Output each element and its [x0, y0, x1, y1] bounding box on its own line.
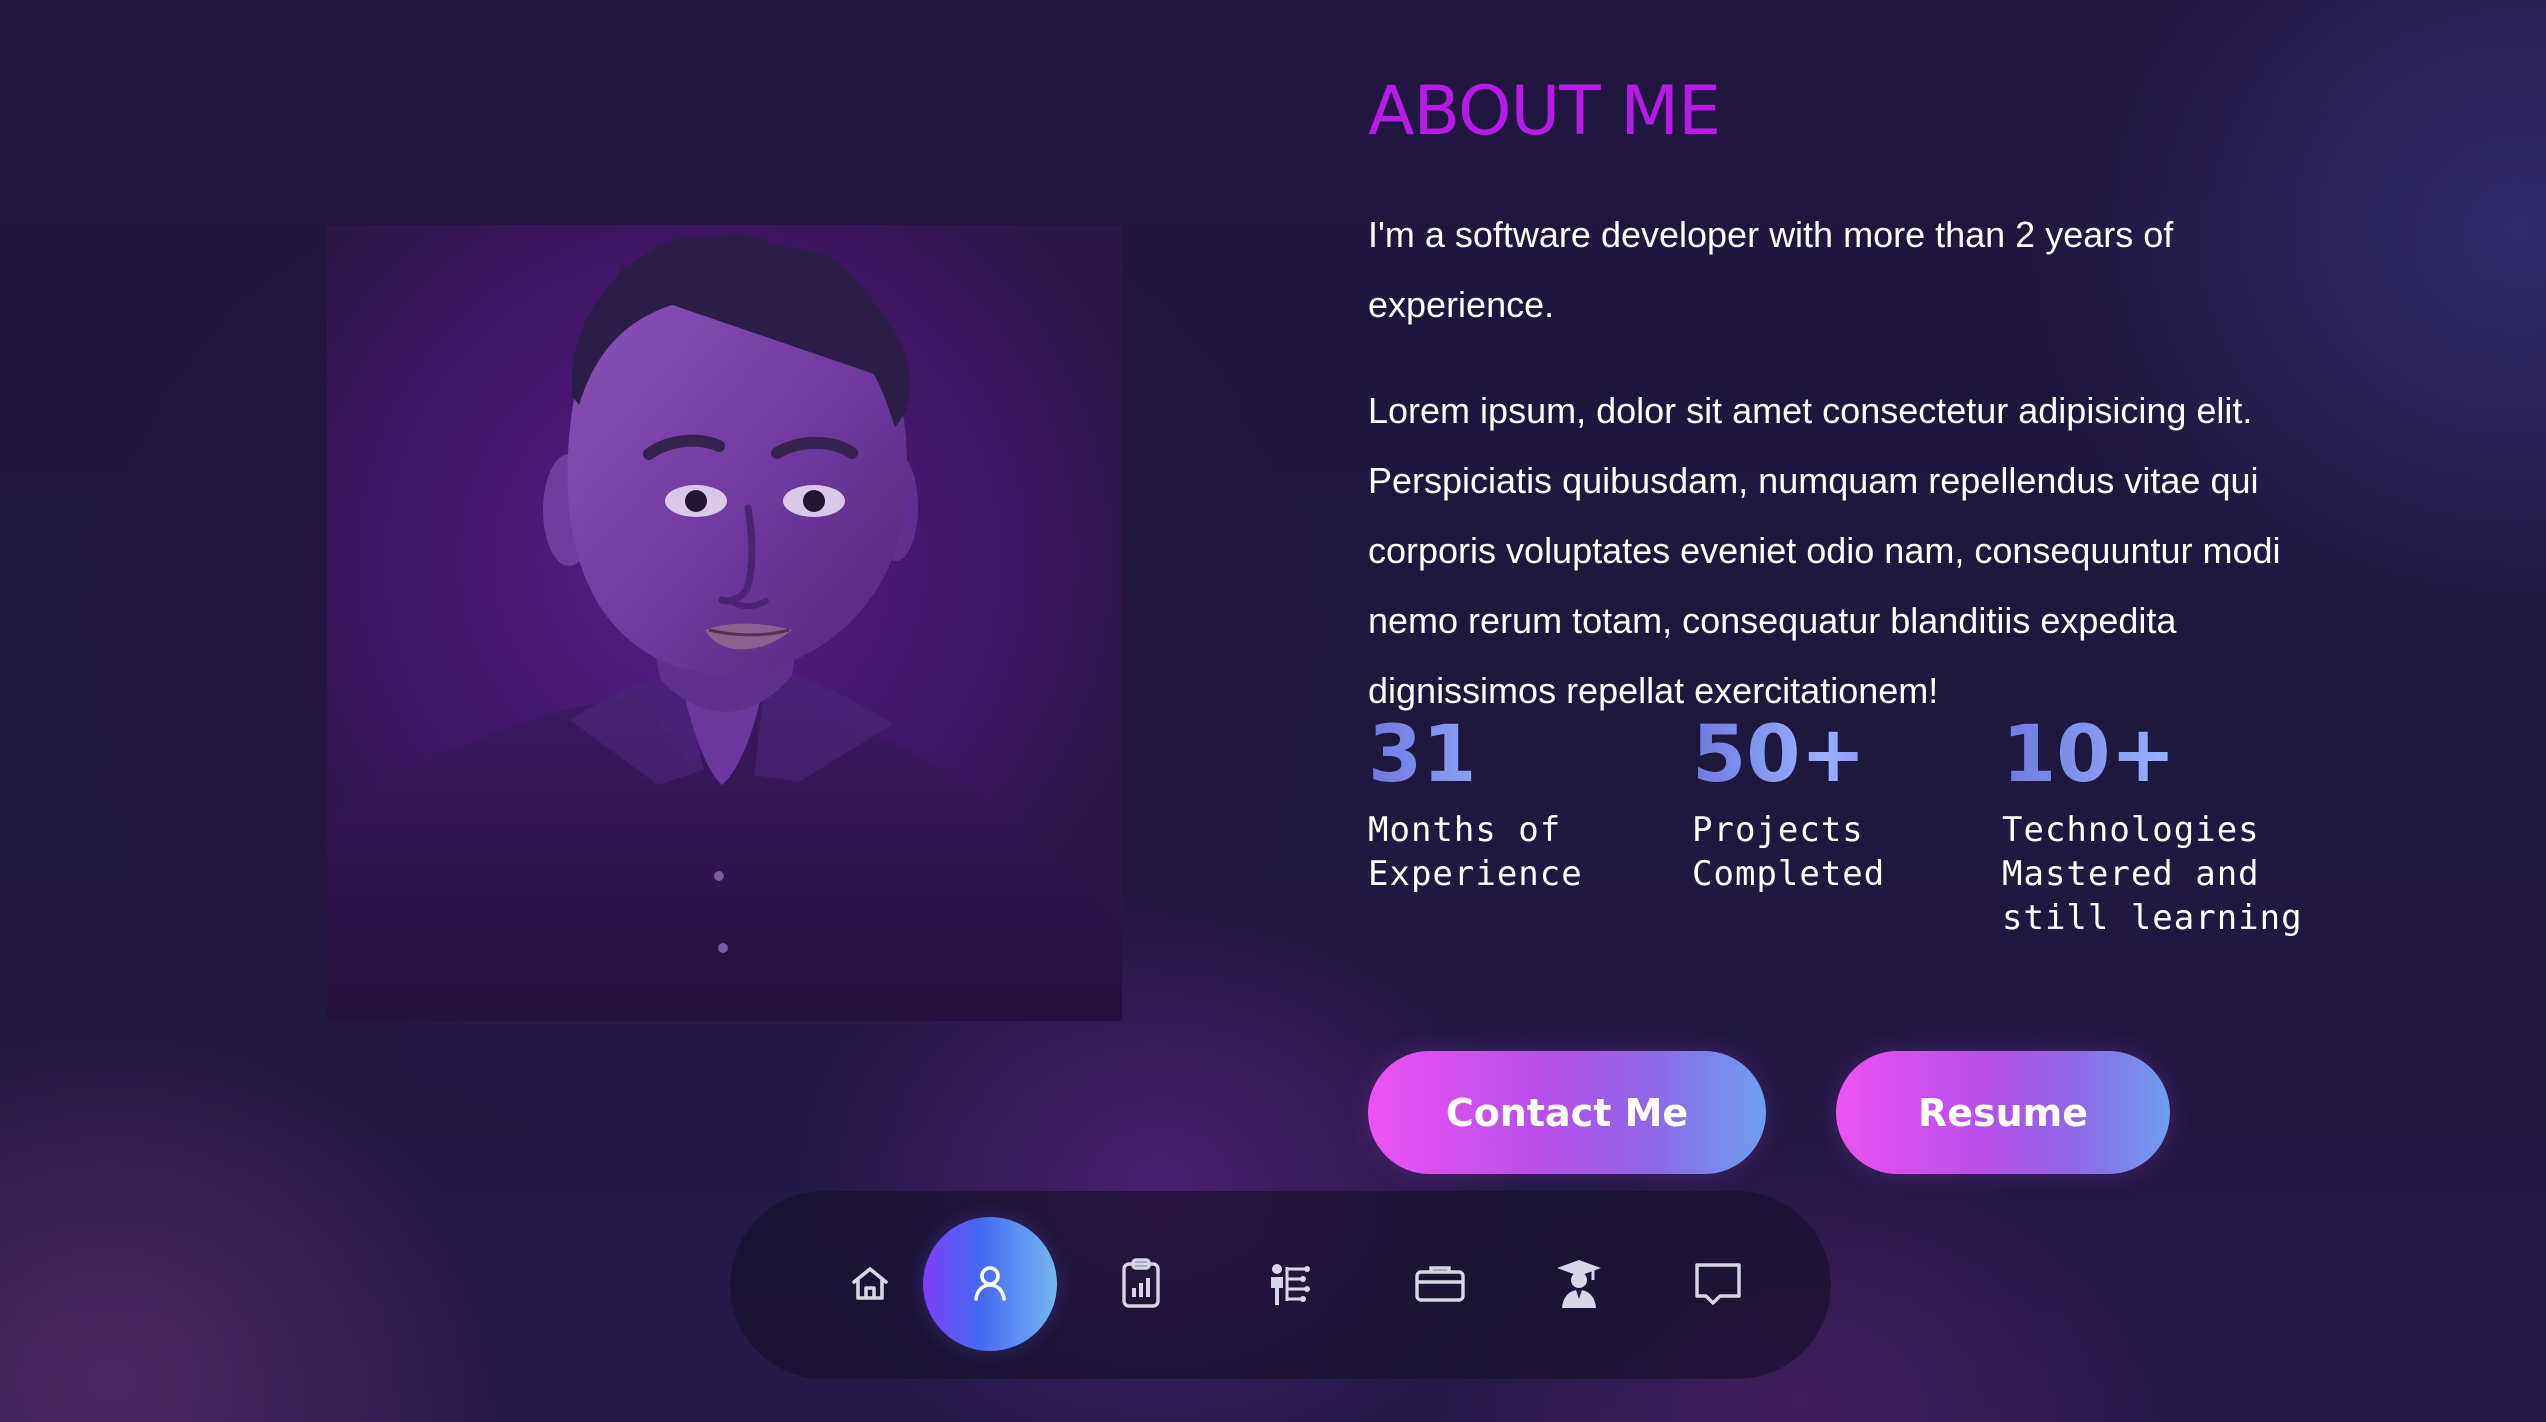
stat-value: 10+ — [2002, 712, 2332, 798]
nav-about[interactable] — [923, 1217, 1057, 1351]
stat-technologies: 10+ Technologies Mastered and still lear… — [2002, 712, 2332, 940]
briefcase-icon — [1413, 1262, 1467, 1306]
portrait-illustration — [327, 225, 1122, 1021]
nav-education[interactable] — [1512, 1217, 1646, 1351]
nav-experience[interactable] — [1373, 1217, 1507, 1351]
stat-label: Technologies Mastered and still learning — [2002, 810, 2303, 938]
person-presentation-icon — [1263, 1257, 1317, 1311]
contact-me-button[interactable]: Contact Me — [1368, 1051, 1766, 1174]
about-intro: I'm a software developer with more than … — [1368, 214, 2174, 325]
nav-skills[interactable] — [1074, 1217, 1208, 1351]
stat-value: 50+ — [1692, 712, 1952, 798]
stat-experience: 31 Months of Experience — [1368, 712, 1668, 896]
profile-photo — [327, 225, 1122, 1021]
stat-label: Projects Completed — [1692, 810, 1886, 894]
chat-icon — [1691, 1258, 1745, 1310]
bottom-navigation — [730, 1191, 1831, 1379]
nav-home[interactable] — [803, 1217, 937, 1351]
nav-contact[interactable] — [1651, 1217, 1785, 1351]
page-title: ABOUT ME — [1368, 72, 1721, 151]
resume-button[interactable]: Resume — [1836, 1051, 2170, 1174]
stat-value: 31 — [1368, 712, 1668, 798]
chart-clipboard-icon — [1116, 1257, 1166, 1311]
user-icon — [966, 1260, 1014, 1308]
about-content: ABOUT ME I'm a software developer with m… — [1368, 62, 2328, 726]
home-icon — [848, 1262, 892, 1306]
graduate-icon — [1552, 1256, 1606, 1312]
nav-training[interactable] — [1223, 1217, 1357, 1351]
stat-projects: 50+ Projects Completed — [1692, 712, 1952, 896]
stat-label: Months of Experience — [1368, 810, 1583, 894]
about-description: Lorem ipsum, dolor sit amet consectetur … — [1368, 390, 2281, 711]
stats-section: 31 Months of Experience 50+ Projects Com… — [1368, 712, 2348, 952]
